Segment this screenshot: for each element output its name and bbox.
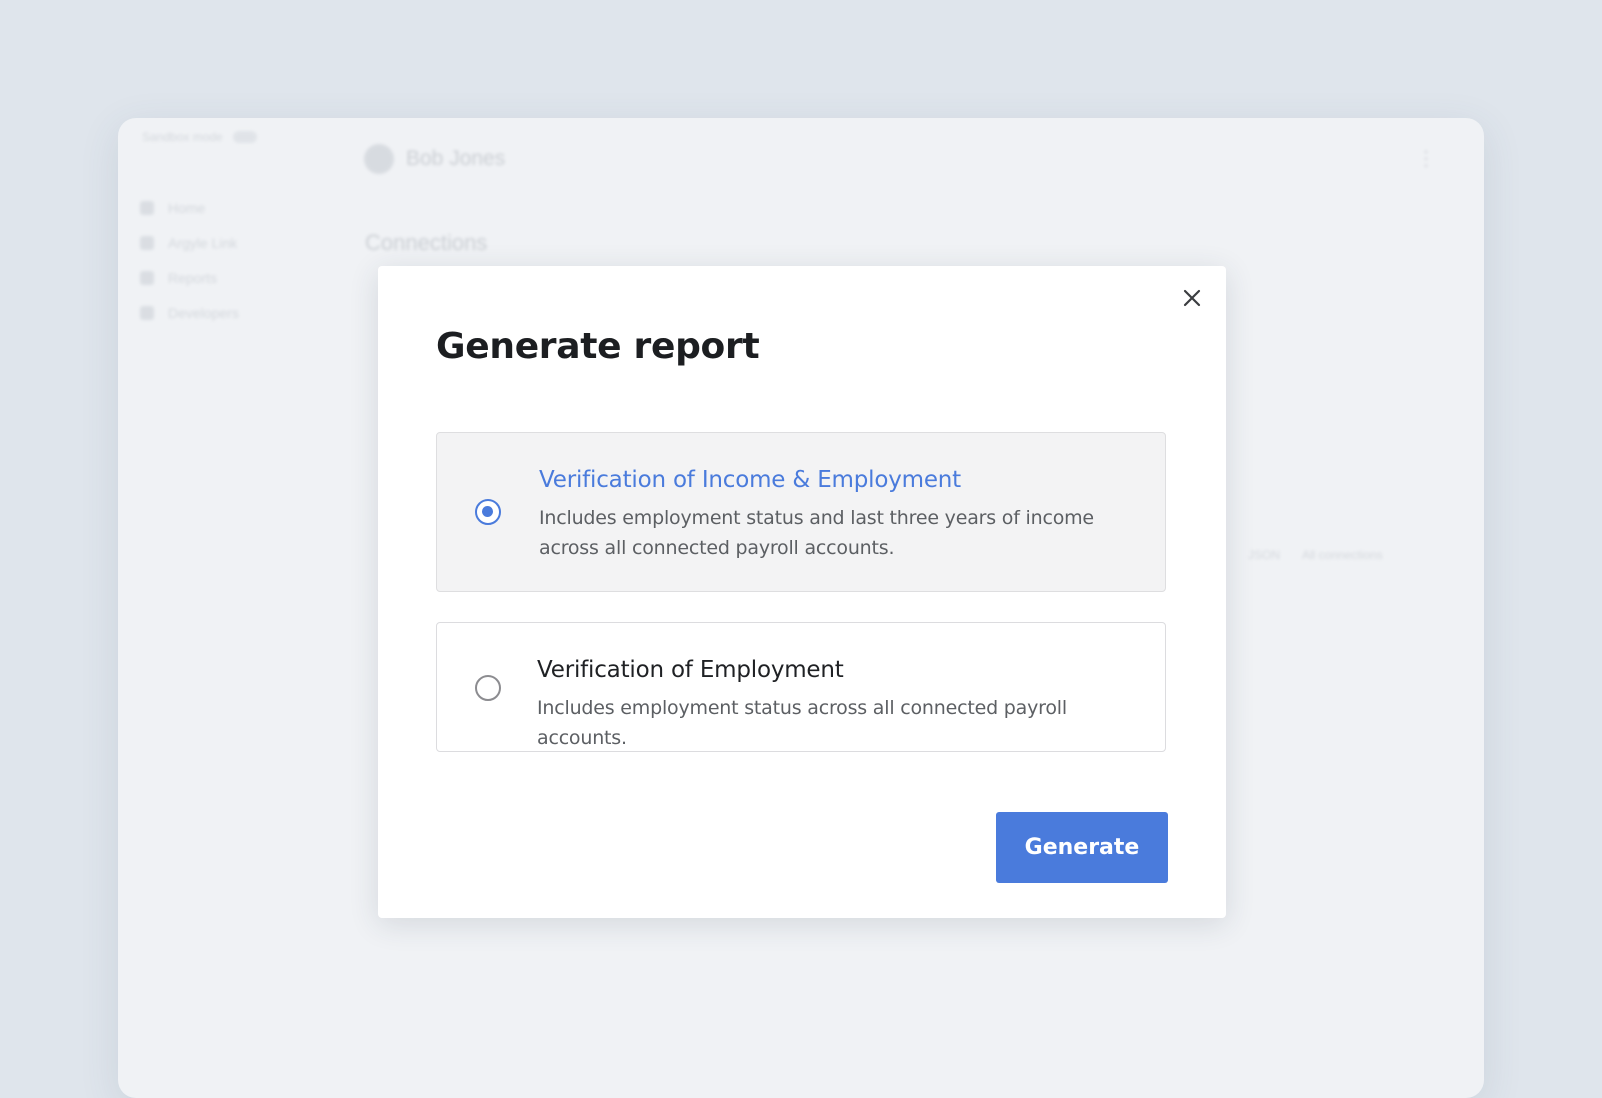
dialog-title: Generate report [436,326,759,367]
modal-backdrop: Generate report Verification of Income &… [0,0,1602,1068]
option-income-employment[interactable]: Verification of Income & Employment Incl… [436,432,1166,592]
option-employment[interactable]: Verification of Employment Includes empl… [436,622,1166,752]
option-description: Includes employment status across all co… [537,693,1145,753]
option-text: Verification of Employment Includes empl… [537,653,1145,753]
generate-button[interactable]: Generate [996,812,1168,883]
option-title: Verification of Employment [537,653,1145,687]
radio-unselected[interactable] [475,675,501,701]
close-icon [1178,284,1206,312]
generate-report-dialog: Generate report Verification of Income &… [378,266,1226,918]
option-description: Includes employment status and last thre… [539,503,1145,563]
close-button[interactable] [1178,284,1206,312]
radio-selected[interactable] [475,499,501,525]
option-text: Verification of Income & Employment Incl… [539,463,1145,563]
option-title: Verification of Income & Employment [539,463,1145,497]
